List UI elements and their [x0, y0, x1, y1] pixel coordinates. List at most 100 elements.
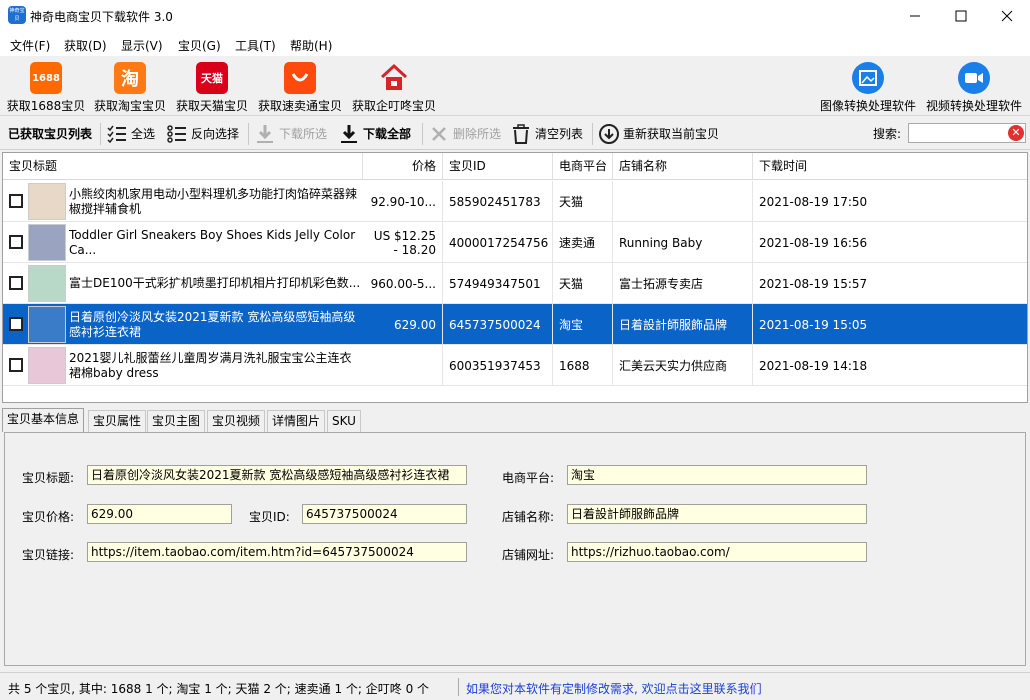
aliexpress-icon [284, 62, 316, 94]
table-row[interactable]: 2021婴儿礼服蕾丝儿童周岁满月洗礼服宝宝公主连衣裙棉baby dress 600… [3, 345, 1027, 386]
menu-item[interactable]: 宝贝(G) [178, 37, 221, 54]
image-icon [852, 62, 884, 94]
select-all-label: 全选 [131, 127, 156, 141]
tab-sku[interactable]: SKU [327, 410, 361, 432]
menu-view[interactable]: 显示(V) [121, 37, 163, 54]
close-button[interactable] [984, 0, 1030, 32]
row-id: 4000017254756 [443, 222, 553, 263]
product-thumbnail [28, 265, 66, 302]
col-header-shop[interactable]: 店铺名称 [613, 153, 753, 180]
delete-selected-label: 删除所选 [453, 127, 502, 141]
get-aliexpress-button[interactable]: 获取速卖通宝贝 [256, 62, 344, 114]
table-row[interactable]: 日着原创冷淡风女装2021夏新款 宽松高级感短袖高级感衬衫连衣裙 629.00 64… [3, 304, 1027, 345]
shop-field[interactable]: 日着設計師服飾品牌 [567, 504, 867, 524]
menu-tools[interactable]: 工具(T) [235, 37, 276, 54]
detail-panel: 宝贝标题: 日着原创冷淡风女装2021夏新款 宽松高级感短袖高级感衬衫连衣裙 电… [4, 432, 1026, 666]
row-time: 2021-08-19 15:05 [759, 317, 868, 332]
image-tool-button[interactable]: 图像转换处理软件 [818, 62, 918, 114]
invert-selection-button[interactable]: 反向选择 [166, 117, 239, 150]
download-selected-button[interactable]: 下载所选 [254, 117, 327, 150]
get-aliexpress-label: 获取速卖通宝贝 [257, 99, 342, 113]
clear-list-label: 清空列表 [535, 127, 584, 141]
video-tool-label: 视频转换处理软件 [925, 99, 1022, 113]
select-all-button[interactable]: 全选 [106, 117, 155, 150]
taobao-icon: 淘 [114, 62, 146, 94]
tab-basic-info[interactable]: 宝贝基本信息 [2, 408, 85, 432]
row-title: 2021婴儿礼服蕾丝儿童周岁满月洗礼服宝宝公主连衣裙棉baby dress [69, 350, 352, 380]
status-summary: 共 5 个宝贝, 其中: 1688 1 个; 淘宝 1 个; 天猫 2 个; 速… [8, 682, 430, 696]
col-header-id[interactable]: 宝贝ID [443, 153, 553, 180]
product-thumbnail [28, 183, 66, 220]
contact-link[interactable]: 如果您对本软件有定制修改需求, 欢迎点击这里联系我们 [466, 680, 762, 697]
row-price: 629.00 [363, 304, 443, 345]
table-row[interactable]: Toddler Girl Sneakers Boy Shoes Kids Jel… [3, 222, 1027, 263]
platform-field[interactable]: 淘宝 [567, 465, 867, 485]
row-id: 645737500024 [443, 304, 553, 345]
get-tmall-label: 获取天猫宝贝 [175, 99, 248, 113]
minimize-button[interactable] [892, 0, 938, 32]
tab-video[interactable]: 宝贝视频 [207, 410, 266, 432]
row-price: US $12.25 - 18.20 [363, 222, 443, 263]
row-price [363, 345, 443, 386]
table-row[interactable]: 小熊绞肉机家用电动小型料理机多功能打肉馅碎菜器辣椒搅拌辅食机 92.90-10..… [3, 181, 1027, 222]
get-tmall-button[interactable]: 天猫 获取天猫宝贝 [174, 62, 250, 114]
row-checkbox[interactable] [9, 194, 23, 208]
trash-icon [510, 123, 532, 145]
table-row[interactable]: 富士DE100干式彩扩机喷墨打印机相片打印机彩色数... 960.00-5... 5… [3, 263, 1027, 304]
get-1688-button[interactable]: 1688 获取1688宝贝 [6, 62, 86, 114]
get-taobao-label: 获取淘宝宝贝 [93, 99, 166, 113]
link-field[interactable]: https://item.taobao.com/item.htm?id=6457… [87, 542, 467, 562]
row-id: 585902451783 [443, 181, 553, 222]
id-label: 宝贝ID: [249, 510, 290, 524]
list-icon [166, 123, 188, 145]
menu-get[interactable]: 获取(D) [64, 37, 107, 54]
menu-help[interactable]: 帮助(H) [290, 37, 332, 54]
download-selected-label: 下载所选 [279, 127, 328, 141]
row-checkbox[interactable] [9, 276, 23, 290]
id-field[interactable]: 645737500024 [302, 504, 467, 524]
col-header-price[interactable]: 价格 [363, 153, 443, 180]
list-toolbar: 已获取宝贝列表 全选 反向选择 下载所选 下载全部 删除所选 清空列表 重新获取… [0, 117, 1030, 150]
title-field[interactable]: 日着原创冷淡风女装2021夏新款 宽松高级感短袖高级感衬衫连衣裙 [87, 465, 467, 485]
1688-icon: 1688 [30, 62, 62, 94]
tmall-icon: 天猫 [196, 62, 228, 94]
row-price: 960.00-5... [363, 263, 443, 304]
row-time: 2021-08-19 15:57 [759, 276, 868, 291]
row-platform: 淘宝 [553, 304, 613, 345]
product-thumbnail [28, 224, 66, 261]
item-table: 宝贝标题 价格 宝贝ID 电商平台 店铺名称 下载时间 小熊绞肉机家用电动小型料… [2, 152, 1028, 403]
platform-label: 电商平台: [502, 471, 555, 485]
link-label: 宝贝链接: [22, 548, 75, 562]
row-shop: Running Baby [613, 222, 753, 263]
video-tool-button[interactable]: 视频转换处理软件 [924, 62, 1024, 114]
delete-selected-button[interactable]: 删除所选 [428, 117, 501, 150]
tab-main-images[interactable]: 宝贝主图 [147, 410, 206, 432]
shop-url-field[interactable]: https://rizhuo.taobao.com/ [567, 542, 867, 562]
window-title: 神奇电商宝贝下载软件 3.0 [30, 10, 173, 24]
refresh-button[interactable]: 重新获取当前宝贝 [598, 117, 719, 150]
row-title: 日着原创冷淡风女装2021夏新款 宽松高级感短袖高级感衬衫连衣裙 [69, 309, 356, 339]
row-checkbox[interactable] [9, 235, 23, 249]
house-icon [378, 62, 410, 94]
col-header-time[interactable]: 下载时间 [753, 153, 1027, 180]
get-qichacha-button[interactable]: 获取企叮咚宝贝 [350, 62, 438, 114]
col-header-title[interactable]: 宝贝标题 [3, 153, 363, 180]
download-icon [338, 123, 360, 145]
maximize-button[interactable] [938, 0, 984, 32]
delete-x-icon [428, 123, 450, 145]
row-platform: 天猫 [553, 181, 613, 222]
row-checkbox[interactable] [9, 358, 23, 372]
tab-attributes[interactable]: 宝贝属性 [88, 410, 147, 432]
get-taobao-button[interactable]: 淘 获取淘宝宝贝 [92, 62, 168, 114]
download-all-button[interactable]: 下载全部 [338, 117, 411, 150]
invert-selection-label: 反向选择 [191, 127, 240, 141]
price-field[interactable]: 629.00 [87, 504, 232, 524]
clear-list-button[interactable]: 清空列表 [510, 117, 583, 150]
clear-search-icon[interactable]: ✕ [1008, 125, 1024, 141]
menu-file[interactable]: 文件(F) [10, 37, 50, 54]
tab-detail-images[interactable]: 详情图片 [267, 410, 326, 432]
refresh-label: 重新获取当前宝贝 [623, 127, 720, 141]
row-checkbox[interactable] [9, 317, 23, 331]
title-label: 宝贝标题: [22, 471, 75, 485]
col-header-platform[interactable]: 电商平台 [553, 153, 613, 180]
